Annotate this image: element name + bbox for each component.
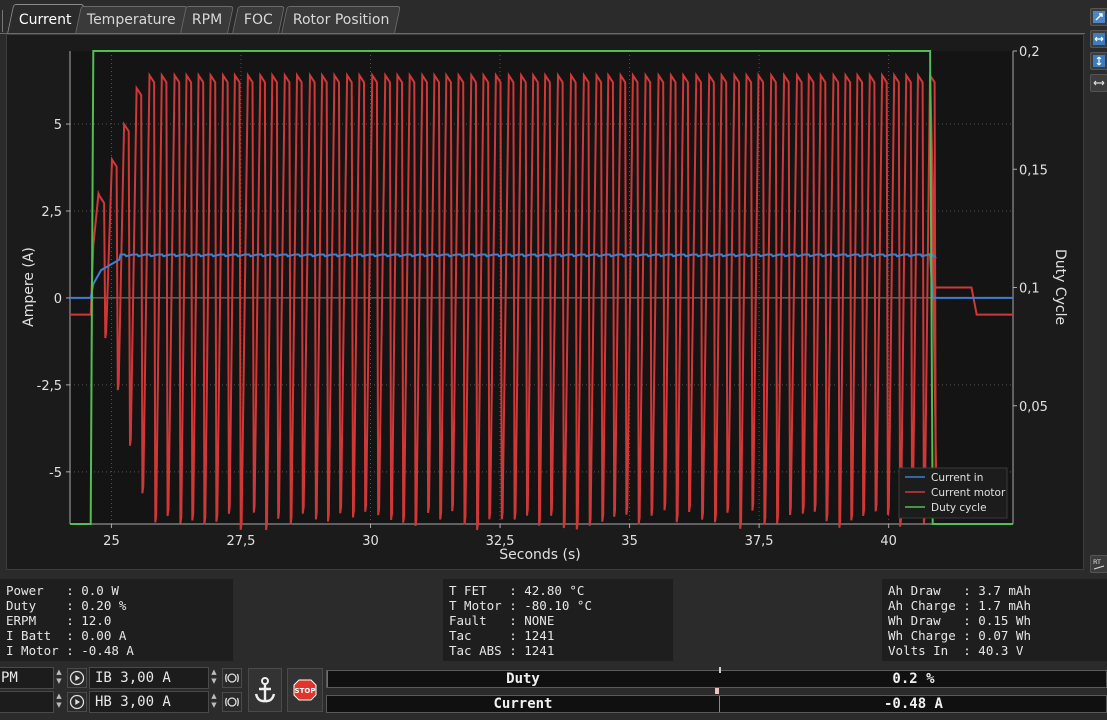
zoom-vertical-button[interactable] (1090, 52, 1107, 70)
play-icon (69, 694, 85, 710)
stat-wh-charge: Wh Charge : 0.07 Wh (888, 628, 1031, 643)
expand-icon (1093, 11, 1105, 23)
y-tick-label: 2,5 (41, 205, 62, 220)
y2-axis-ticks: 0,2 0,15 0,1 0,05 (1013, 45, 1048, 415)
ib-spinner[interactable]: ▲ ▼ (209, 668, 219, 688)
current-chart[interactable]: 25 27,5 30 32,5 35 37,5 40 52,50-2,5-5 0,20,15… (7, 35, 1083, 569)
brake-icon (225, 697, 239, 707)
stat-tac-abs: Tac ABS : 1241 (449, 643, 555, 658)
x-axis-ticks: 25 27,5 30 32,5 35 37,5 40 (103, 524, 897, 549)
current-bar-label: Current (493, 696, 553, 712)
stat-t-motor: T Motor : -80.10 °C (449, 598, 592, 613)
tab-temperature[interactable]: Temperature (75, 6, 188, 33)
x-axis-label: Seconds (s) (499, 547, 580, 563)
y2-tick-label: 0,1 (1019, 282, 1040, 297)
realtime-icon: RT (1093, 558, 1105, 570)
hb-spinner[interactable]: ▲ ▼ (209, 692, 219, 712)
stats-power-panel: Power : 0.0 W Duty : 0.20 % ERPM : 12.0 I B… (0, 579, 233, 661)
rpm-spinner[interactable]: ▲ ▼ (54, 668, 64, 688)
y2-axis-label: Duty Cycle (1052, 249, 1068, 325)
hb-input-value: HB 3,00 A (95, 694, 171, 710)
duty-bar: Duty 0.2 % (326, 667, 1107, 688)
stat-ah-draw: Ah Draw : 3.7 mAh (888, 583, 1031, 598)
x-tick-label: 35 (621, 534, 638, 549)
realtime-button[interactable]: RT (1090, 555, 1107, 573)
stop-button[interactable]: STOP (287, 668, 323, 712)
bar-divider-marker (715, 688, 719, 694)
stat-i-motor: I Motor : -0.48 A (6, 643, 134, 658)
current-plot-panel: 25 27,5 30 32,5 35 37,5 40 5 2,5 0 -2,5 -5 0,2 0,15… (6, 34, 1084, 570)
rpm-apply-button[interactable] (67, 668, 87, 688)
rpm-input-value: PM (1, 670, 18, 686)
play-icon (69, 670, 85, 686)
tab-foc[interactable]: FOC (232, 6, 285, 33)
tab-bar: Current Temperature RPM FOC Rotor Positi… (0, 0, 1085, 35)
legend-duty-cycle: Duty cycle (931, 502, 987, 514)
x-tick-label: 30 (362, 534, 379, 549)
fit-width-button[interactable] (1090, 74, 1107, 92)
stats-temperature-panel: T FET : 42.80 °C T Motor : -80.10 °C Fault… (443, 579, 673, 661)
y2-tick-label: 0,05 (1019, 400, 1048, 415)
y-tick-label: 0 (54, 292, 62, 307)
stat-i-batt: I Batt : 0.00 A (6, 628, 127, 643)
tab-rotor-position[interactable]: Rotor Position (281, 6, 402, 33)
legend-current-motor: Current motor (931, 487, 1006, 499)
ib-apply-button[interactable] (222, 668, 242, 688)
aux-input[interactable] (0, 691, 54, 713)
duty-bar-label: Duty (506, 671, 540, 687)
stat-duty: Duty : 0.20 % (6, 598, 127, 613)
y-tick-label: 5 (54, 118, 62, 133)
y-axis-label: Ampere (A) (21, 247, 37, 327)
stat-tac: Tac : 1241 (449, 628, 555, 643)
stat-power: Power : 0.0 W (6, 583, 119, 598)
x-tick-label: 27,5 (227, 534, 256, 549)
zoom-rect-button[interactable] (1090, 8, 1107, 26)
x-tick-label: 25 (103, 534, 120, 549)
current-bar: Current -0.48 A (326, 695, 1107, 713)
stat-erpm: ERPM : 12.0 (6, 613, 112, 628)
aux-spinner[interactable]: ▲ ▼ (54, 692, 64, 712)
zoom-horizontal-button[interactable] (1090, 30, 1107, 48)
current-bar-value: -0.48 A (883, 696, 943, 712)
tab-current[interactable]: Current (6, 4, 84, 35)
ib-input-value: IB 3,00 A (95, 670, 171, 686)
stats-energy-panel: Ah Draw : 3.7 mAh Ah Charge : 1.7 mAh Wh D… (882, 579, 1107, 661)
anchor-button[interactable] (248, 668, 282, 712)
horizontal-arrows-icon (1093, 33, 1105, 45)
legend: Current in Current motor Duty cycle (898, 467, 1008, 519)
stop-sign-icon: STOP (293, 679, 317, 701)
hb-current-input[interactable]: HB 3,00 A (89, 691, 209, 713)
tab-scroll-left[interactable] (0, 10, 3, 32)
stat-ah-charge: Ah Charge : 1.7 mAh (888, 598, 1031, 613)
y-tick-label: -2,5 (37, 379, 62, 394)
stop-label: STOP (295, 687, 316, 695)
ib-current-input[interactable]: IB 3,00 A (89, 667, 209, 689)
realtime-label: RT (1093, 558, 1101, 566)
duty-bar-value: 0.2 % (892, 671, 935, 687)
y2-tick-label: 0,2 (1019, 45, 1040, 60)
stat-wh-draw: Wh Draw : 0.15 Wh (888, 613, 1031, 628)
anchor-icon (254, 677, 276, 703)
tab-rpm[interactable]: RPM (180, 6, 235, 33)
y-axis-ticks: 5 2,5 0 -2,5 -5 (37, 118, 70, 481)
stat-t-fet: T FET : 42.80 °C (449, 583, 585, 598)
y2-tick-label: 0,15 (1019, 163, 1048, 178)
vertical-arrows-icon (1093, 55, 1105, 67)
x-tick-label: 37,5 (745, 534, 774, 549)
hb-apply-button[interactable] (222, 692, 242, 712)
legend-current-in: Current in (931, 472, 983, 484)
brake-icon (225, 673, 239, 683)
aux-apply-button[interactable] (67, 692, 87, 712)
rpm-input[interactable]: PM (0, 667, 54, 689)
fit-arrows-icon (1093, 80, 1105, 86)
stat-fault: Fault : NONE (449, 613, 555, 628)
x-tick-label: 40 (880, 534, 897, 549)
stat-volts-in: Volts In : 40.3 V (888, 643, 1024, 658)
y-tick-label: -5 (49, 466, 62, 481)
